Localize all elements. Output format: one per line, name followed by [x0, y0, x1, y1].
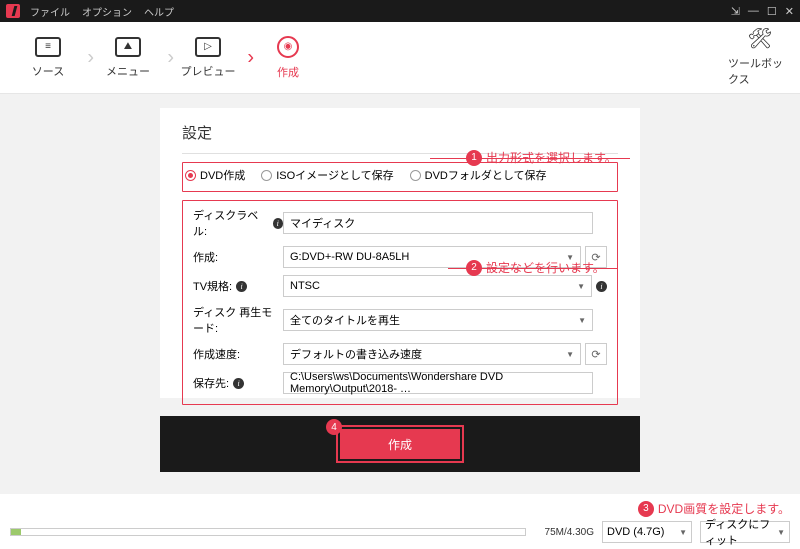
info-icon[interactable]: i: [233, 378, 244, 389]
tab-source[interactable]: ≡ ソース ›: [8, 28, 88, 88]
annotation-2: 2 設定などを行います。: [466, 259, 605, 276]
tabbar: ≡ ソース › ⛰ メニュー › ▷ プレビュー › ◉ 作成 🛠 ツールボック…: [0, 22, 800, 94]
radio-dot-icon: [261, 170, 272, 181]
annotation-1: 1 出力形式を選択します。: [466, 149, 617, 166]
size-progress-bar: [10, 528, 526, 536]
maximize-icon[interactable]: ☐: [767, 5, 777, 18]
radio-dvd-label: DVD作成: [200, 167, 245, 183]
tab-preview[interactable]: ▷ プレビュー ›: [168, 28, 248, 88]
play-mode-select[interactable]: 全てのタイトルを再生▼: [283, 309, 593, 331]
create-bar: 作成: [160, 416, 640, 472]
pin-icon[interactable]: ⇲: [731, 5, 740, 18]
settings-form: ディスクラベル:i マイディスク 作成: G:DVD+-RW DU-8A5LH▼…: [182, 200, 618, 405]
tab-preview-label: プレビュー: [181, 63, 236, 79]
tab-toolbox[interactable]: 🛠 ツールボックス: [728, 28, 792, 88]
create-button-highlight: 作成: [336, 425, 464, 463]
menu-help[interactable]: ヘルプ: [144, 4, 174, 19]
radio-iso[interactable]: ISOイメージとして保存: [261, 167, 393, 183]
fit-mode-select[interactable]: ディスクにフィット▼: [700, 521, 790, 543]
tv-standard-label: TV規格:i: [193, 278, 283, 294]
radio-iso-label: ISOイメージとして保存: [276, 167, 393, 183]
create-disc-icon: ◉: [277, 36, 299, 58]
radio-dvd[interactable]: DVD作成: [185, 167, 245, 183]
panel-title: 設定: [182, 122, 618, 143]
annotation-1-text: 出力形式を選択します。: [486, 149, 617, 166]
minimize-icon[interactable]: —: [748, 5, 759, 17]
info-icon[interactable]: i: [596, 281, 607, 292]
menu-file[interactable]: ファイル: [30, 4, 70, 19]
write-speed-label: 作成速度:: [193, 346, 283, 362]
disc-label-input[interactable]: マイディスク: [283, 212, 593, 234]
source-icon: ≡: [35, 37, 61, 57]
annotation-badge-4: 4: [326, 419, 342, 435]
app-logo-icon: [6, 4, 20, 18]
menu-option[interactable]: オプション: [82, 4, 132, 19]
preview-icon: ▷: [195, 37, 221, 57]
annotation-4: 4: [326, 419, 346, 435]
footer: 3 DVD画質を設定します。 75M/4.30G DVD (4.7G)▼ ディス…: [0, 494, 800, 549]
tab-menu-label: メニュー: [106, 63, 150, 79]
radio-dot-icon: [185, 170, 196, 181]
info-icon[interactable]: i: [273, 218, 283, 229]
annotation-3-text: DVD画質を設定します。: [658, 500, 790, 517]
annotation-2-text: 設定などを行います。: [486, 259, 605, 276]
info-icon[interactable]: i: [236, 281, 247, 292]
toolbox-icon: 🛠: [747, 29, 773, 49]
tv-standard-select[interactable]: NTSC▼: [283, 275, 592, 297]
refresh-speed-button[interactable]: ⟳: [585, 343, 607, 365]
create-target-label: 作成:: [193, 249, 283, 265]
annotation-badge-1: 1: [466, 150, 482, 166]
annotation-badge-3: 3: [638, 501, 654, 517]
save-to-input[interactable]: C:\Users\ws\Documents\Wondershare DVD Me…: [283, 372, 593, 394]
radio-folder-label: DVDフォルダとして保存: [425, 167, 547, 183]
play-mode-label: ディスク 再生モード:: [193, 304, 283, 336]
size-progress-fill: [11, 529, 21, 535]
size-label: 75M/4.30G: [534, 527, 594, 538]
tab-create[interactable]: ◉ 作成: [248, 28, 328, 88]
annotation-3: 3 DVD画質を設定します。: [638, 500, 790, 517]
disc-label-label: ディスクラベル:i: [193, 207, 283, 239]
radio-dot-icon: [410, 170, 421, 181]
radio-folder[interactable]: DVDフォルダとして保存: [410, 167, 547, 183]
tab-toolbox-label: ツールボックス: [728, 55, 792, 87]
output-format-group: DVD作成 ISOイメージとして保存 DVDフォルダとして保存: [182, 162, 618, 192]
media-type-select[interactable]: DVD (4.7G)▼: [602, 521, 692, 543]
titlebar: ファイル オプション ヘルプ ⇲ — ☐ ✕: [0, 0, 800, 22]
tab-source-label: ソース: [32, 63, 64, 79]
save-to-label: 保存先:i: [193, 375, 283, 391]
write-speed-select[interactable]: デフォルトの書き込み速度▼: [283, 343, 581, 365]
tab-create-label: 作成: [277, 64, 299, 80]
menu-icon: ⛰: [115, 37, 141, 57]
tab-menu[interactable]: ⛰ メニュー ›: [88, 28, 168, 88]
create-button[interactable]: 作成: [340, 429, 460, 459]
close-icon[interactable]: ✕: [785, 5, 794, 18]
annotation-badge-2: 2: [466, 260, 482, 276]
content-area: 設定 DVD作成 ISOイメージとして保存 DVDフォルダとして保存: [0, 94, 800, 494]
